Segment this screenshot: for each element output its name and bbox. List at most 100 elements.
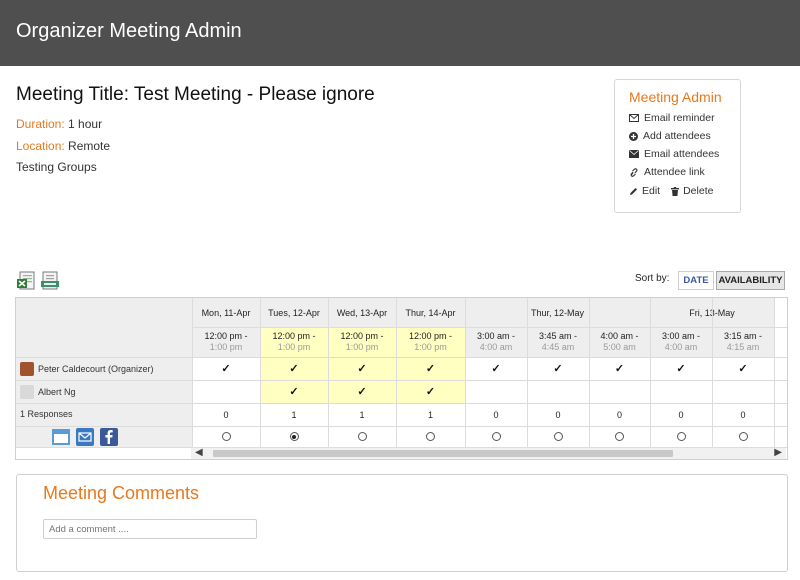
availability-cell[interactable] (192, 380, 260, 403)
availability-cell[interactable] (650, 380, 712, 403)
slot-radio[interactable] (738, 432, 748, 441)
slot-start-time: 12:00 pm - (272, 331, 316, 341)
app-header: Organizer Meeting Admin (0, 0, 800, 66)
availability-cell[interactable]: ✓ (527, 357, 589, 380)
availability-cell[interactable]: ✓ (260, 380, 328, 403)
link-icon (630, 167, 638, 177)
slot-radio[interactable] (289, 432, 299, 441)
envelope-outline-icon (629, 114, 639, 122)
slot-radio-cell (465, 426, 527, 447)
add-attendees-link[interactable]: Add attendees (629, 130, 711, 142)
check-mark-icon: ✓ (221, 363, 231, 375)
slot-radio[interactable] (357, 432, 367, 441)
response-count: 1 (359, 409, 365, 420)
slot-radio[interactable] (221, 432, 231, 441)
share-icons (52, 428, 118, 446)
availability-cell[interactable]: ✓ (589, 357, 650, 380)
availability-cell[interactable]: ✓ (328, 380, 396, 403)
availability-cell[interactable] (589, 380, 650, 403)
attendee-name: Albert Ng (38, 387, 76, 397)
availability-cell[interactable]: ✓ (712, 357, 774, 380)
slot-radio[interactable] (553, 432, 563, 441)
admin-panel-title: Meeting Admin (629, 89, 722, 105)
availability-grid: Mon, 11-Apr Tues, 12-Apr Wed, 13-Apr Thur, … (15, 297, 788, 460)
edit-link[interactable]: Edit (629, 185, 660, 197)
slot-start-time: 12:00 pm - (340, 331, 384, 341)
availability-cell[interactable]: ✓ (465, 357, 527, 380)
email-reminder-link[interactable]: Email reminder (629, 112, 715, 124)
scroll-left-icon[interactable]: ◀ (195, 447, 203, 458)
meeting-title: Meeting Title: Test Meeting - Please ign… (16, 84, 375, 105)
scroll-thumb[interactable] (213, 450, 673, 457)
excel-export-icon[interactable] (16, 271, 36, 290)
slot-end-time: 4:15 am (726, 342, 760, 352)
add-attendees-label: Add attendees (643, 130, 711, 142)
check-mark-icon: ✓ (425, 363, 436, 375)
availability-cell[interactable]: ✓ (396, 380, 465, 403)
grid-corner-header (16, 298, 192, 357)
slot-radio-cell (396, 426, 465, 447)
slot-radio-cell (589, 426, 650, 447)
availability-cell[interactable]: ✓ (192, 357, 260, 380)
slot-radio-cell (328, 426, 396, 447)
slot-radio[interactable] (676, 432, 686, 441)
grid-row-line (16, 403, 787, 404)
grid-column-line (465, 298, 466, 447)
slot-start-time: 3:00 am - (661, 331, 701, 341)
slot-start-time: 3:45 am - (538, 331, 578, 341)
time-slot-header: 12:00 pm -1:00 pm (396, 327, 465, 357)
availability-cell[interactable]: ✓ (260, 357, 328, 380)
check-mark-icon: ✓ (738, 363, 748, 375)
attendee-link-link[interactable]: Attendee link (629, 166, 705, 178)
slot-start-time: 3:15 am - (723, 331, 763, 341)
slot-radio[interactable] (491, 432, 501, 441)
slot-radio[interactable] (615, 432, 624, 441)
response-count: 0 (678, 409, 684, 420)
availability-cell[interactable] (527, 380, 589, 403)
comment-input[interactable] (43, 519, 257, 539)
email-attendees-label: Email attendees (644, 148, 720, 160)
duration-value: 1 hour (68, 117, 103, 131)
grid-column-line (328, 298, 329, 447)
grid-row-line (192, 327, 787, 328)
comments-title: Meeting Comments (43, 483, 200, 503)
grid-column-line (712, 298, 713, 447)
duration-label: Duration: (16, 117, 65, 131)
grid-column-line (192, 298, 193, 447)
time-slot-header: 3:15 am -4:15 am (712, 327, 774, 357)
availability-cell[interactable] (465, 380, 527, 403)
slot-start-time: 3:00 am - (476, 331, 516, 341)
scroll-right-icon[interactable]: ▶ (774, 447, 782, 458)
time-slot-header: 4:00 am -5:00 am (589, 327, 650, 357)
grid-column-line (396, 298, 397, 447)
availability-cell[interactable] (712, 380, 774, 403)
time-slot-header: 3:45 am -4:45 am (527, 327, 589, 357)
csv-export-icon[interactable] (40, 271, 60, 290)
slot-radio[interactable] (426, 432, 435, 441)
date-header: Tues, 12-Apr (260, 298, 328, 327)
mail-icon[interactable] (76, 428, 94, 446)
delete-link[interactable]: Delete (671, 185, 713, 197)
check-mark-icon: ✓ (357, 363, 367, 375)
check-mark-icon: ✓ (425, 386, 436, 398)
slot-start-time: 12:00 pm - (204, 331, 248, 341)
calendar-icon[interactable] (52, 428, 70, 446)
check-mark-icon: ✓ (676, 363, 686, 375)
envelope-icon (629, 150, 639, 158)
sort-by-label: Sort by: (635, 273, 670, 284)
sort-availability-button[interactable]: AVAILABILITY (716, 271, 785, 290)
slot-end-time: 1:00 pm (209, 342, 243, 352)
location-row: Location: Remote (16, 139, 110, 153)
availability-cell[interactable]: ✓ (650, 357, 712, 380)
availability-cell[interactable]: ✓ (328, 357, 396, 380)
availability-cell[interactable]: ✓ (396, 357, 465, 380)
slot-end-time: 5:00 am (603, 342, 636, 352)
app-title: Organizer Meeting Admin (16, 20, 242, 42)
time-slot-header: 3:00 am -4:00 am (650, 327, 712, 357)
date-header: Mon, 11-Apr (192, 298, 260, 327)
sort-date-button[interactable]: DATE (678, 271, 714, 290)
grid-horizontal-scrollbar[interactable]: ◀ ▶ (191, 447, 786, 459)
email-attendees-link[interactable]: Email attendees (629, 148, 719, 160)
facebook-icon[interactable] (100, 428, 118, 446)
edit-label: Edit (642, 185, 661, 197)
